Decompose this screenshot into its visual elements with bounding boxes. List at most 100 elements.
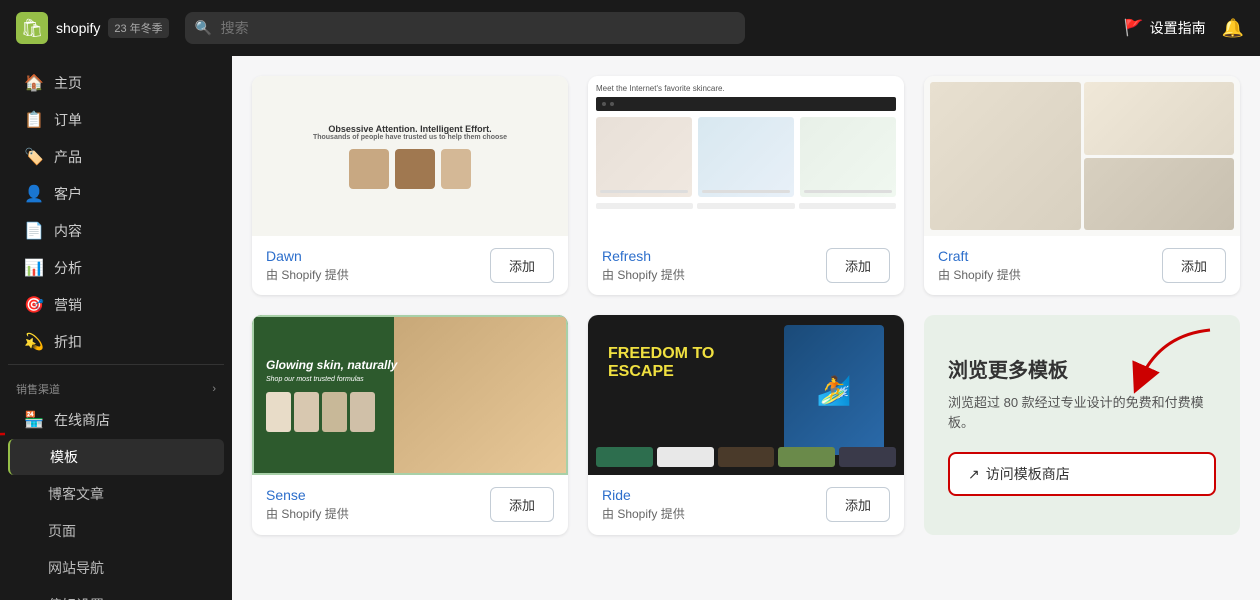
sidebar-label-analytics: 分析 <box>54 258 82 278</box>
refresh-by: 由 Shopify 提供 <box>602 266 685 283</box>
bag-2 <box>395 149 435 189</box>
marketing-icon: 🎯 <box>24 295 44 315</box>
logo-text: shopify <box>56 20 100 36</box>
setup-guide-label: 设置指南 <box>1150 18 1206 38</box>
refresh-text-row <box>596 203 896 209</box>
customers-icon: 👤 <box>24 184 44 204</box>
theme-card-dawn: Obsessive Attention. Intelligent Effort.… <box>252 76 568 295</box>
refresh-header-bar <box>596 97 896 111</box>
refresh-info: Refresh 由 Shopify 提供 <box>602 248 685 283</box>
craft-by: 由 Shopify 提供 <box>938 266 1021 283</box>
sidebar-item-marketing[interactable]: 🎯 营销 <box>8 287 224 323</box>
refresh-tagline: Meet the Internet's favorite skincare. <box>596 84 896 93</box>
search-container: 🔍 <box>185 12 745 44</box>
visit-theme-store-button[interactable]: ↗ 访问模板商店 <box>948 452 1216 496</box>
refresh-product-2 <box>698 117 794 197</box>
sidebar-item-analytics[interactable]: 📊 分析 <box>8 250 224 286</box>
sidebar-item-preferences[interactable]: 偏好设置 <box>8 587 224 600</box>
board-3 <box>718 447 775 467</box>
ride-info: Ride 由 Shopify 提供 <box>602 487 685 522</box>
sidebar-label-content: 内容 <box>54 221 82 241</box>
season-badge: 23 年冬季 <box>108 18 168 38</box>
board-4 <box>778 447 835 467</box>
browse-btn-label: 访问模板商店 <box>986 464 1070 484</box>
board-5 <box>839 447 896 467</box>
search-icon: 🔍 <box>195 20 212 37</box>
theme-card-craft: Craft 由 Shopify 提供 添加 <box>924 76 1240 295</box>
sense-product-4 <box>350 392 375 432</box>
flag-icon: 🚩 <box>1124 18 1144 38</box>
refresh-name[interactable]: Refresh <box>602 248 685 264</box>
main-content: Obsessive Attention. Intelligent Effort.… <box>232 56 1260 600</box>
ride-by: 由 Shopify 提供 <box>602 505 685 522</box>
products-icon: 🏷️ <box>24 147 44 167</box>
sense-name[interactable]: Sense <box>266 487 349 503</box>
logo[interactable]: 🛍 shopify 23 年冬季 <box>16 12 169 44</box>
sidebar-item-discounts[interactable]: 💫 折扣 <box>8 324 224 360</box>
notification-bell-icon[interactable]: 🔔 <box>1222 18 1244 39</box>
sense-info: Sense 由 Shopify 提供 <box>266 487 349 522</box>
sidebar-divider-1 <box>8 364 224 365</box>
sidebar-label-discounts: 折扣 <box>54 332 82 352</box>
text-item-2 <box>697 203 794 209</box>
sidebar-item-home[interactable]: 🏠 主页 <box>8 65 224 101</box>
theme-card-ride: FREEDOM TOESCAPE 🏄 Ride 由 <box>588 315 904 535</box>
sidebar-item-pages[interactable]: 页面 <box>8 513 224 549</box>
sidebar-item-orders[interactable]: 📋 订单 <box>8 102 224 138</box>
themes-grid: Obsessive Attention. Intelligent Effort.… <box>252 76 1240 535</box>
refresh-add-button[interactable]: 添加 <box>826 248 890 283</box>
sidebar-label-navigation: 网站导航 <box>48 558 104 578</box>
craft-add-button[interactable]: 添加 <box>1162 248 1226 283</box>
bag-3 <box>441 149 471 189</box>
theme-card-refresh: Meet the Internet's favorite skincare. <box>588 76 904 295</box>
expand-icon[interactable]: › <box>212 383 216 395</box>
sense-products <box>266 392 375 432</box>
sidebar-label-customers: 客户 <box>54 184 82 204</box>
dawn-name[interactable]: Dawn <box>266 248 349 264</box>
sidebar-label-online-store: 在线商店 <box>54 410 110 430</box>
home-icon: 🏠 <box>24 73 44 93</box>
sense-footer: Sense 由 Shopify 提供 添加 <box>252 475 568 534</box>
refresh-products <box>596 117 896 197</box>
orders-icon: 📋 <box>24 110 44 130</box>
sidebar-item-products[interactable]: 🏷️ 产品 <box>8 139 224 175</box>
sidebar-label-home: 主页 <box>54 73 82 93</box>
craft-info: Craft 由 Shopify 提供 <box>938 248 1021 283</box>
sense-add-button[interactable]: 添加 <box>490 487 554 522</box>
sidebar-label-orders: 订单 <box>54 110 82 130</box>
dawn-bags <box>349 149 471 189</box>
ride-footer: Ride 由 Shopify 提供 添加 <box>588 475 904 534</box>
shopify-bag-icon: 🛍 <box>16 12 48 44</box>
craft-img-3 <box>1084 158 1235 231</box>
sidebar-label-templates: 模板 <box>50 447 78 467</box>
dawn-add-button[interactable]: 添加 <box>490 248 554 283</box>
sidebar-label-preferences: 偏好设置 <box>48 595 104 600</box>
sidebar-item-online-store[interactable]: 🏪 在线商店 <box>8 402 224 438</box>
dawn-tagline: Obsessive Attention. Intelligent Effort.… <box>313 124 507 141</box>
sidebar-item-blog[interactable]: 博客文章 <box>8 476 224 512</box>
dawn-footer: Dawn 由 Shopify 提供 添加 <box>252 236 568 295</box>
browse-more-card: 浏览更多模板 浏览超过 80 款经过专业设计的免费和付费模板。 ↗ 访问模板商店 <box>924 315 1240 535</box>
craft-img-2 <box>1084 82 1235 155</box>
craft-name[interactable]: Craft <box>938 248 1021 264</box>
refresh-product-1 <box>596 117 692 197</box>
sidebar-item-navigation[interactable]: 网站导航 <box>8 550 224 586</box>
sidebar-item-templates[interactable]: 模板 <box>8 439 224 475</box>
sidebar-label-marketing: 营销 <box>54 295 82 315</box>
text-item-3 <box>799 203 896 209</box>
setup-guide-button[interactable]: 🚩 设置指南 <box>1124 18 1206 38</box>
ride-name[interactable]: Ride <box>602 487 685 503</box>
sales-channel-label: 销售渠道 › <box>0 369 232 401</box>
search-input[interactable] <box>185 12 745 44</box>
ride-add-button[interactable]: 添加 <box>826 487 890 522</box>
discounts-icon: 💫 <box>24 332 44 352</box>
dot-1 <box>602 102 606 106</box>
ride-boards <box>588 447 904 467</box>
board-2 <box>657 447 714 467</box>
board-1 <box>596 447 653 467</box>
theme-card-sense: Glowing skin, naturally Shop our most tr… <box>252 315 568 535</box>
browse-title: 浏览更多模板 <box>948 354 1216 383</box>
sidebar-label-pages: 页面 <box>48 521 76 541</box>
sidebar-item-content[interactable]: 📄 内容 <box>8 213 224 249</box>
sidebar-item-customers[interactable]: 👤 客户 <box>8 176 224 212</box>
